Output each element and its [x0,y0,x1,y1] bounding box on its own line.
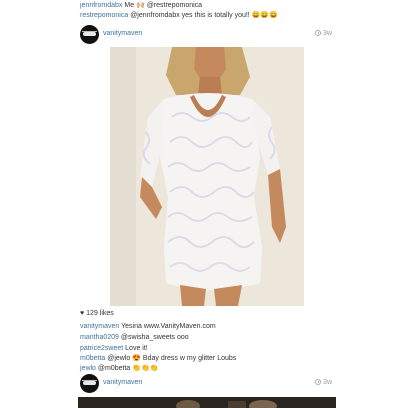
post-time: 3w [323,30,332,37]
likes-count: ♥ 129 likes [80,310,114,317]
comment-username[interactable]: vanitymaven [80,323,119,330]
comment-text: Love it! [125,345,148,352]
comment-text: Yesina www.VanityMaven.com [121,323,216,330]
clock-icon [315,379,322,385]
heart-icon[interactable]: ♥ [80,310,84,317]
post-username[interactable]: vanitymaven [103,30,142,37]
comment-username[interactable]: jewlo [80,365,96,372]
list-item: jewlo @m0betta 👏👏👏 [80,364,158,373]
post-time: 3w [323,379,332,386]
list-item: jennfromdabx Me 🙌🏼 @restrepomonica [80,1,202,10]
post-photo[interactable] [110,47,304,306]
list-item: patrice2sweet Love it! [80,344,148,353]
post-header: vanitymaven 3w [80,374,332,394]
avatar[interactable] [80,374,99,393]
comment-text: @jennfromdabx yes this is totally you!! … [130,12,278,19]
post-timestamp: 3w [315,379,332,386]
post-photo[interactable] [78,397,336,408]
post-timestamp: 3w [315,30,332,37]
likes-label: 129 likes [86,310,114,317]
comment-username[interactable]: patrice2sweet [80,345,123,352]
comment-text: @m0betta 👏👏👏 [97,365,159,372]
list-item: m0betta @jewlo 😍 Bday dress w my glitter… [80,354,236,363]
list-item: vanitymaven Yesina www.VanityMaven.com [80,322,216,331]
comment-username[interactable]: restrepomonica [80,12,128,19]
comment-text: @swisha_sweets ooo [120,334,189,341]
comment-text: @jewlo 😍 Bday dress w my glitter Loubs [107,355,237,362]
comment-username[interactable]: m0betta [80,355,105,362]
avatar[interactable] [80,25,99,44]
comment-username[interactable]: mantha0209 [80,334,119,341]
comment-text: Me 🙌🏼 @restrepomonica [124,2,203,9]
list-item: mantha0209 @swisha_sweets ooo [80,333,189,342]
clock-icon [315,30,322,36]
post-username[interactable]: vanitymaven [103,379,142,386]
list-item: restrepomonica @jennfromdabx yes this is… [80,11,278,20]
post-header: vanitymaven 3w [80,25,332,45]
comment-username[interactable]: jennfromdabx [80,2,122,9]
